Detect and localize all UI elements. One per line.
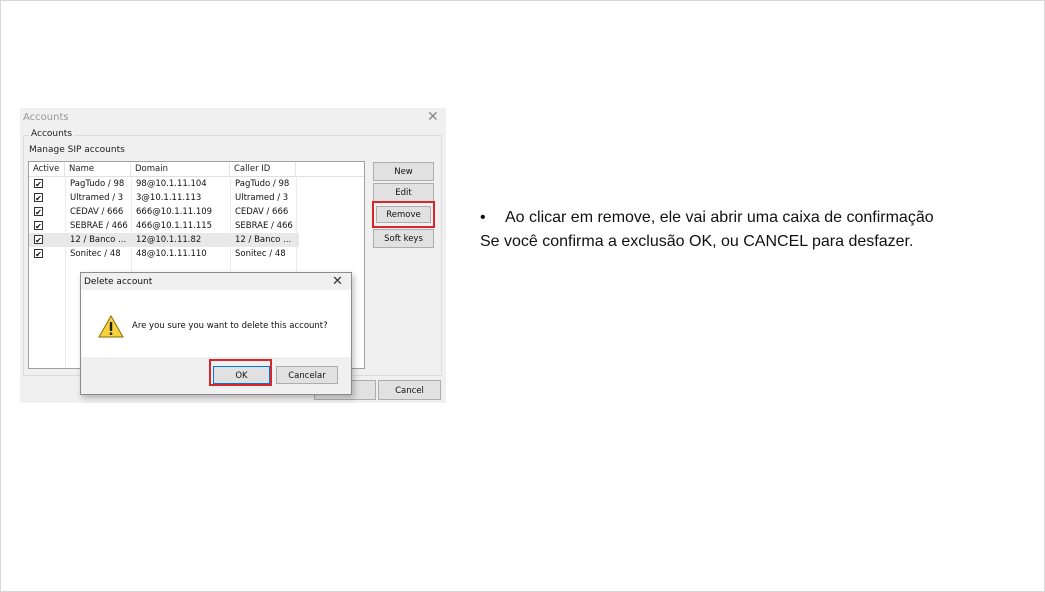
- cell-domain: 466@10.1.11.115: [136, 221, 213, 231]
- edit-button[interactable]: Edit: [373, 183, 434, 202]
- cell-caller-id: Sonitec / 48: [235, 249, 286, 259]
- table-row[interactable]: ✔ SEBRAE / 466 466@10.1.11.115 SEBRAE / …: [29, 219, 299, 233]
- close-icon[interactable]: ✕: [427, 109, 439, 125]
- cell-name: CEDAV / 666: [70, 207, 124, 217]
- cell-caller-id: 12 / Banco ...: [235, 235, 292, 245]
- dialog-message: Are you sure you want to delete this acc…: [132, 321, 328, 331]
- cell-domain: 3@10.1.11.113: [136, 193, 202, 203]
- column-header-active[interactable]: Active: [29, 162, 65, 176]
- note-line-1: Ao clicar em remove, ele vai abrir uma c…: [505, 209, 934, 226]
- group-label: Accounts: [29, 129, 75, 139]
- table-row[interactable]: ✔ CEDAV / 666 666@10.1.11.109 CEDAV / 66…: [29, 205, 299, 219]
- active-checkbox[interactable]: ✔: [34, 249, 43, 259]
- remove-highlight: [372, 201, 435, 228]
- cancel-button[interactable]: Cancel: [378, 380, 441, 400]
- table-row[interactable]: ✔ PagTudo / 98 98@10.1.11.104 PagTudo / …: [29, 177, 299, 191]
- delete-account-dialog: Delete account ✕ Are you sure you want t…: [80, 272, 352, 395]
- new-button[interactable]: New: [373, 162, 434, 181]
- active-checkbox[interactable]: ✔: [34, 207, 43, 217]
- accounts-window-title: Accounts: [23, 112, 69, 123]
- cell-domain: 666@10.1.11.109: [136, 207, 213, 217]
- close-icon[interactable]: ✕: [332, 274, 343, 289]
- cell-name: PagTudo / 98: [70, 179, 125, 189]
- column-header-caller-id[interactable]: Caller ID: [230, 162, 296, 176]
- active-checkbox[interactable]: ✔: [34, 221, 43, 231]
- cell-caller-id: Ultramed / 3: [235, 193, 289, 203]
- cell-caller-id: PagTudo / 98: [235, 179, 290, 189]
- dialog-body: Are you sure you want to delete this acc…: [81, 290, 351, 357]
- cell-domain: 12@10.1.11.82: [136, 235, 202, 245]
- table-row[interactable]: ✔ Ultramed / 3 3@10.1.11.113 Ultramed / …: [29, 191, 299, 205]
- active-checkbox[interactable]: ✔: [34, 235, 43, 245]
- column-header-domain[interactable]: Domain: [131, 162, 230, 176]
- table-row-selected[interactable]: ✔ 12 / Banco ... 12@10.1.11.82 12 / Banc…: [29, 233, 299, 247]
- column-header-name[interactable]: Name: [65, 162, 131, 176]
- ok-highlight: [209, 359, 272, 386]
- cell-domain: 98@10.1.11.104: [136, 179, 207, 189]
- warning-icon: [98, 315, 124, 338]
- soft-keys-button[interactable]: Soft keys: [373, 229, 434, 248]
- cell-name: Sonitec / 48: [70, 249, 121, 259]
- cell-domain: 48@10.1.11.110: [136, 249, 207, 259]
- active-checkbox[interactable]: ✔: [34, 193, 43, 203]
- manage-sip-label: Manage SIP accounts: [29, 145, 125, 155]
- cell-caller-id: SEBRAE / 466: [235, 221, 293, 231]
- cell-name: SEBRAE / 466: [70, 221, 128, 231]
- cell-name: Ultramed / 3: [70, 193, 124, 203]
- bullet: •: [480, 209, 486, 226]
- list-header: Active Name Domain Caller ID: [29, 162, 364, 177]
- note-line-2: Se você confirma a exclusão OK, ou CANCE…: [480, 233, 914, 250]
- table-row[interactable]: ✔ Sonitec / 48 48@10.1.11.110 Sonitec / …: [29, 247, 299, 261]
- cancelar-button[interactable]: Cancelar: [276, 366, 338, 384]
- dialog-title: Delete account: [84, 277, 153, 287]
- cell-caller-id: CEDAV / 666: [235, 207, 289, 217]
- active-checkbox[interactable]: ✔: [34, 179, 43, 189]
- cell-name: 12 / Banco ...: [70, 235, 127, 245]
